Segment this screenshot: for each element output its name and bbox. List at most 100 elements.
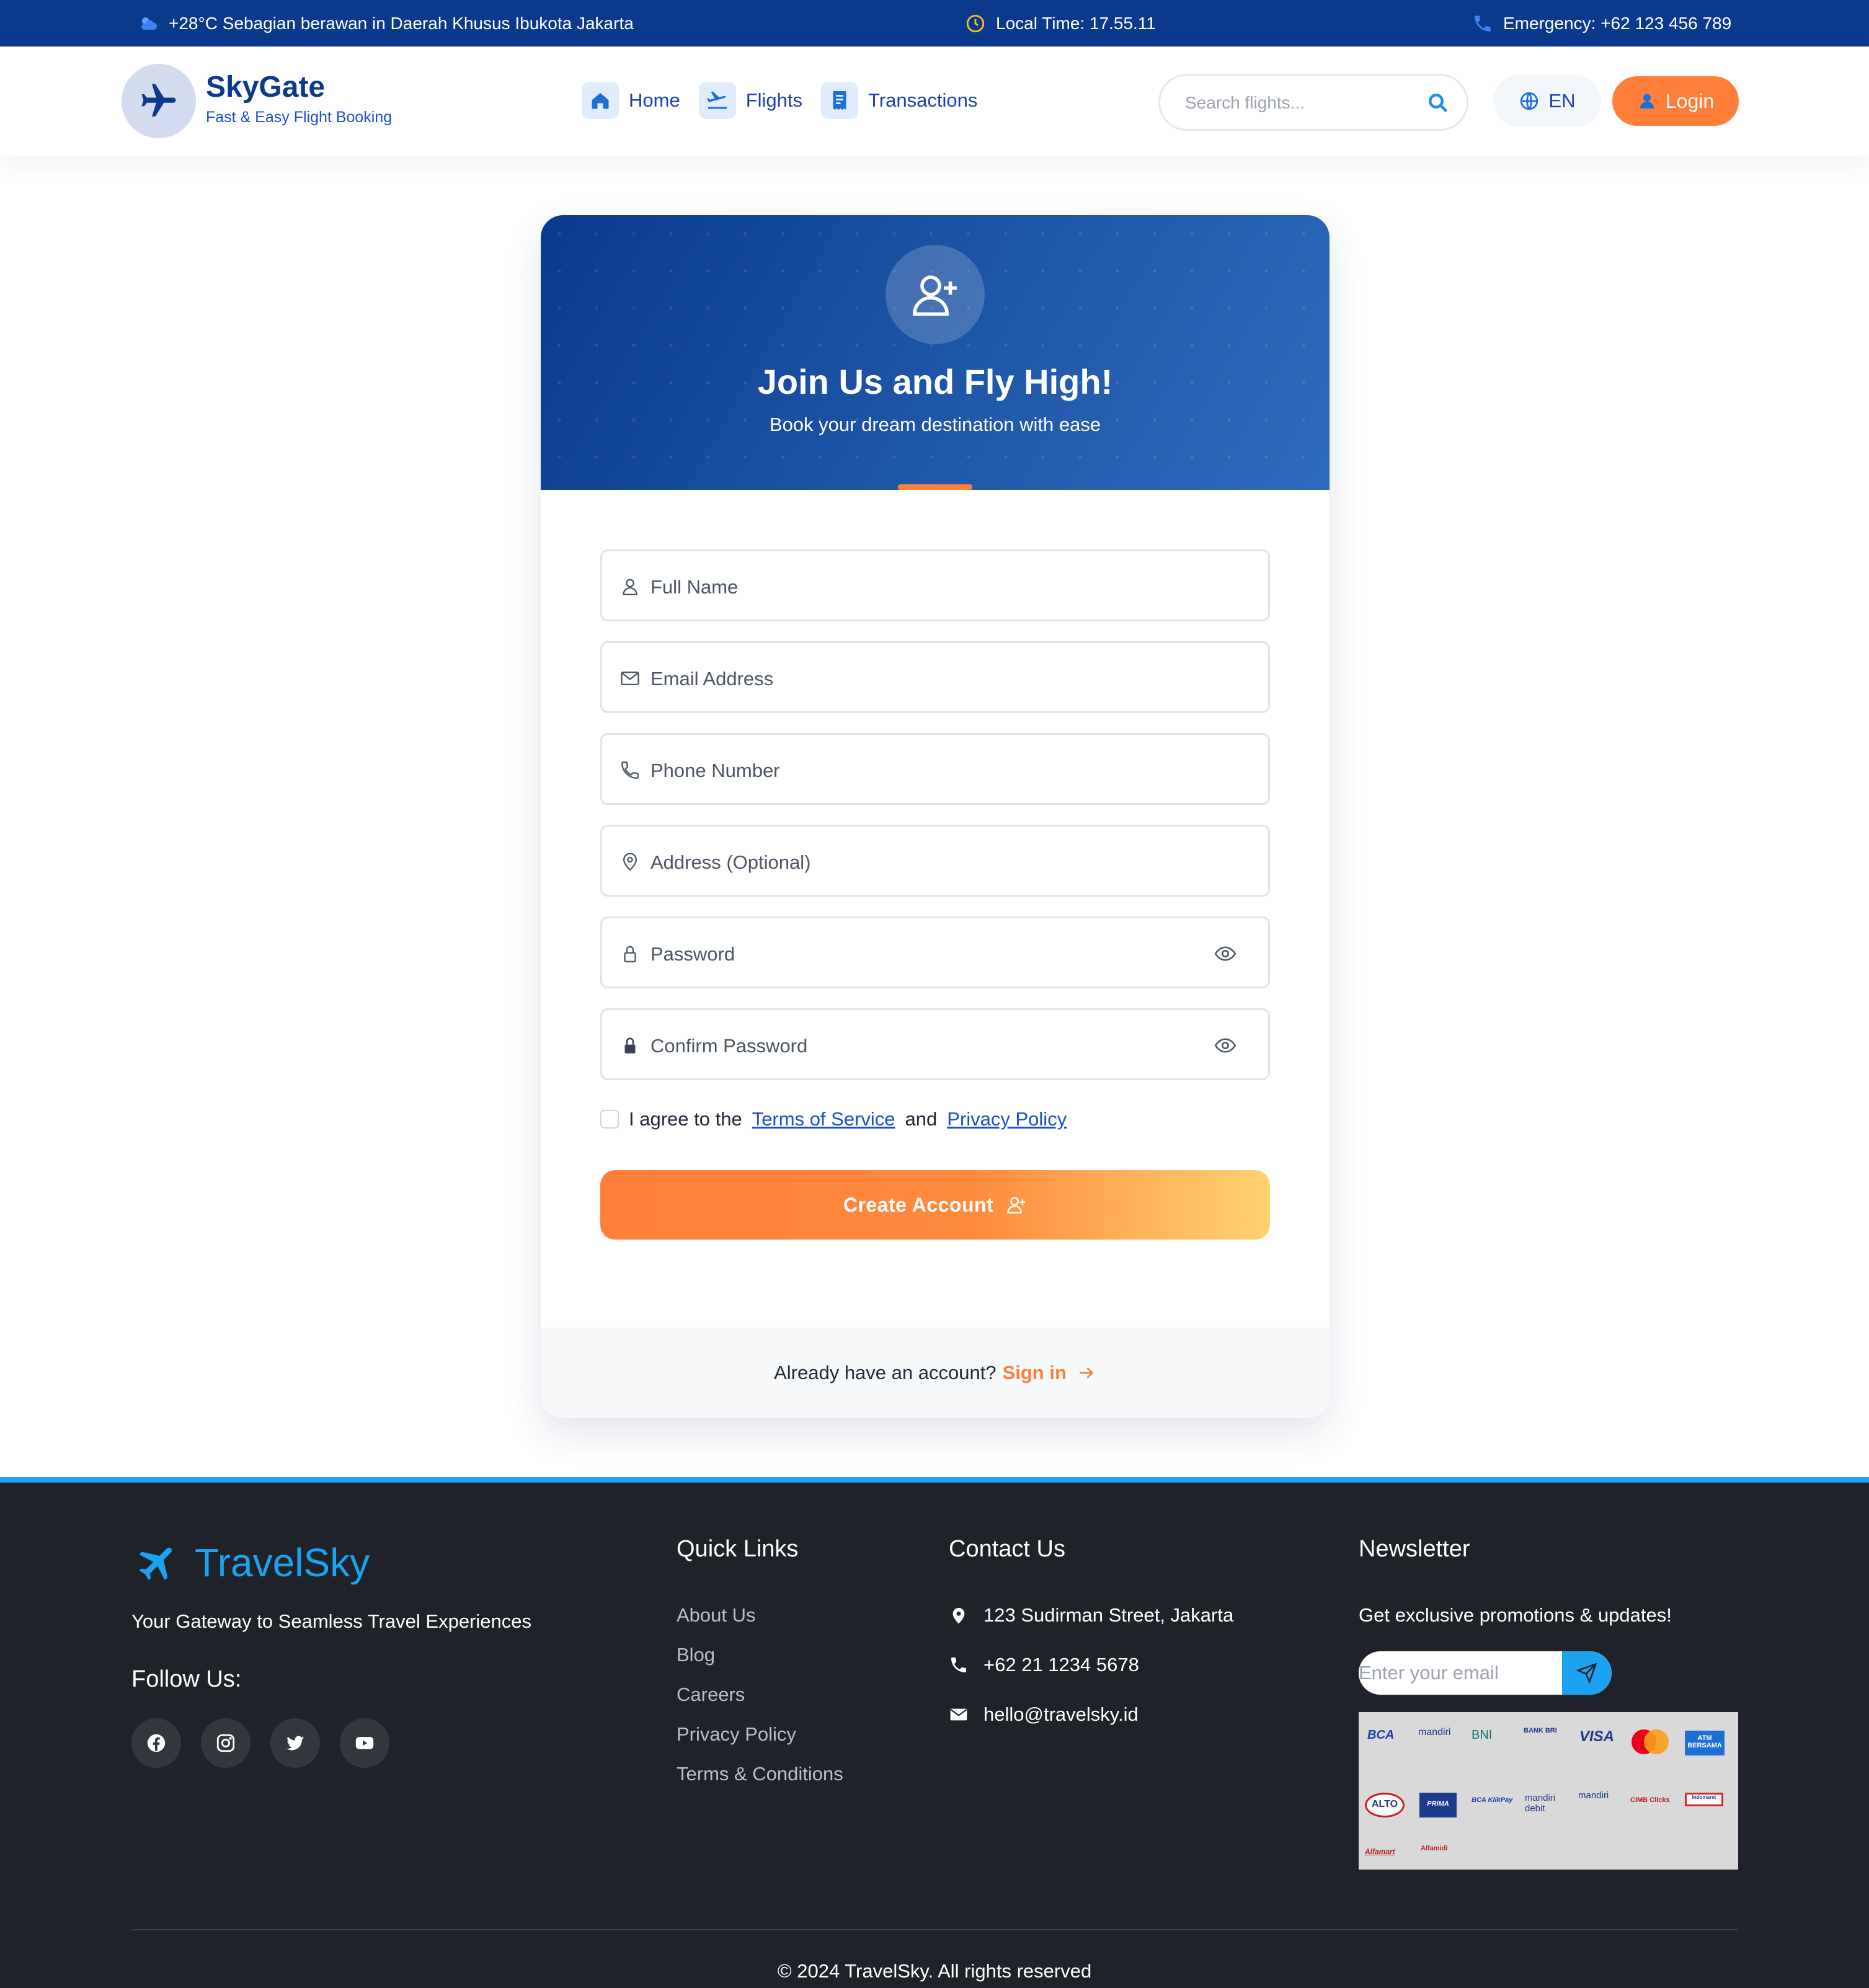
envelope-icon	[950, 1708, 967, 1721]
phone-input[interactable]	[650, 753, 1184, 788]
arrow-right-icon	[1080, 1367, 1094, 1378]
payment-logo-alto: ALTO	[1365, 1793, 1405, 1817]
youtube-button[interactable]	[340, 1718, 389, 1768]
nav-flights[interactable]: Flights	[698, 82, 803, 119]
newsletter-email-input[interactable]	[1359, 1651, 1563, 1695]
footer-link-blog[interactable]: Blog	[677, 1644, 843, 1666]
register-card: Join Us and Fly High! Book your dream de…	[541, 215, 1330, 1418]
weather-text: +28°C Sebagian berawan in Daerah Khusus …	[169, 13, 634, 33]
payment-logo-prima: PRIMA	[1419, 1793, 1457, 1817]
contact-address: 123 Sudirman Street, Jakarta	[949, 1604, 1233, 1626]
confirm-password-field	[600, 1008, 1270, 1080]
contact-phone-text[interactable]: +62 21 1234 5678	[983, 1654, 1139, 1676]
register-subtitle: Book your dream destination with ease	[769, 414, 1101, 435]
search-input[interactable]	[1185, 87, 1421, 119]
terms-of-service-link[interactable]: Terms of Service	[752, 1108, 895, 1130]
add-user-icon	[886, 245, 985, 344]
payment-logo-cimb: CIMB Clicks	[1630, 1796, 1670, 1804]
eye-icon[interactable]	[1214, 1034, 1237, 1057]
instagram-icon	[216, 1734, 235, 1752]
footer-link-about[interactable]: About Us	[677, 1604, 843, 1626]
brand-name[interactable]: SkyGate	[206, 70, 325, 104]
quick-links-title: Quick Links	[677, 1536, 799, 1562]
footer-brand-name: TravelSky	[195, 1540, 370, 1585]
instagram-button[interactable]	[201, 1718, 251, 1768]
payment-logo-alfamart: Alfamart	[1365, 1847, 1395, 1856]
footer-brand[interactable]: TravelSky	[135, 1540, 370, 1586]
payment-logo-mandiri-debit: mandiri debit	[1525, 1793, 1556, 1814]
facebook-button[interactable]	[131, 1718, 181, 1768]
payment-logo-mandiri-2: mandiri	[1578, 1790, 1609, 1801]
emergency-text: Emergency: +62 123 456 789	[1503, 13, 1732, 33]
payment-methods: BCA mandiri BNI BANK BRI VISA ATM BERSAM…	[1359, 1712, 1738, 1870]
search-button[interactable]	[1424, 89, 1452, 117]
twitter-icon	[286, 1736, 304, 1751]
phone-field	[600, 733, 1270, 805]
brand-tagline: Fast & Easy Flight Booking	[206, 109, 393, 126]
signin-link[interactable]: Sign in	[1003, 1362, 1096, 1384]
privacy-policy-link[interactable]: Privacy Policy	[947, 1108, 1067, 1130]
quick-links-list: About Us Blog Careers Privacy Policy Ter…	[677, 1604, 843, 1785]
phone-outline-icon	[621, 761, 639, 779]
newsletter-form	[1359, 1651, 1612, 1695]
local-time: Local Time: 17.55.11	[965, 0, 1156, 47]
location-pin-icon	[952, 1608, 965, 1624]
contact-email-text[interactable]: hello@travelsky.id	[983, 1703, 1139, 1726]
payment-logo-bca: BCA	[1367, 1728, 1395, 1742]
contact-phone: +62 21 1234 5678	[949, 1654, 1233, 1676]
full-name-input[interactable]	[650, 570, 1184, 605]
confirm-password-input[interactable]	[650, 1029, 1184, 1063]
nav-transactions-label: Transactions	[868, 89, 978, 111]
nav-flights-label: Flights	[745, 89, 803, 111]
nav-home[interactable]: Home	[582, 82, 680, 119]
payment-logo-mastercard	[1631, 1729, 1669, 1754]
password-field	[600, 916, 1270, 988]
weather-cloud-icon	[141, 17, 158, 30]
facebook-icon	[147, 1734, 166, 1752]
search-icon	[1429, 94, 1448, 113]
signin-prompt: Already have an account? Sign in	[541, 1328, 1330, 1418]
payment-logo-mandiri: mandiri	[1418, 1727, 1451, 1737]
create-account-button[interactable]: Create Account	[600, 1170, 1270, 1240]
add-user-icon	[1007, 1197, 1026, 1214]
already-account-text: Already have an account?	[774, 1362, 997, 1383]
register-title: Join Us and Fly High!	[757, 362, 1113, 401]
password-input[interactable]	[650, 937, 1184, 972]
eye-icon[interactable]	[1214, 942, 1237, 965]
airplane-icon	[141, 84, 176, 117]
newsletter-send-button[interactable]	[1562, 1651, 1612, 1695]
footer-link-careers[interactable]: Careers	[677, 1684, 843, 1706]
payment-logo-indomaret: Indomaret	[1685, 1793, 1723, 1806]
phone-icon	[951, 1657, 966, 1672]
map-pin-icon	[623, 853, 637, 871]
footer-link-terms[interactable]: Terms & Conditions	[677, 1763, 843, 1785]
twitter-button[interactable]	[270, 1718, 320, 1768]
payment-logo-atm-bersama: ATM BERSAMA	[1685, 1731, 1725, 1755]
payment-logo-bca-klikpay: BCA KlikPay	[1472, 1796, 1513, 1804]
newsletter-title: Newsletter	[1359, 1536, 1470, 1562]
terms-checkbox[interactable]	[600, 1110, 619, 1129]
nav-transactions[interactable]: Transactions	[821, 82, 977, 119]
login-button[interactable]: Login	[1612, 76, 1739, 126]
clock-icon	[966, 14, 985, 32]
nav-home-label: Home	[629, 89, 680, 111]
language-selector[interactable]: EN	[1493, 75, 1601, 127]
local-time-text: Local Time: 17.55.11	[996, 13, 1156, 33]
footer-link-privacy[interactable]: Privacy Policy	[677, 1723, 843, 1746]
contact-email: hello@travelsky.id	[949, 1703, 1233, 1726]
contact-address-text: 123 Sudirman Street, Jakarta	[983, 1604, 1234, 1626]
follow-us-label: Follow Us:	[131, 1666, 242, 1692]
register-hero: Join Us and Fly High! Book your dream de…	[541, 215, 1330, 490]
address-input[interactable]	[650, 845, 1184, 880]
youtube-icon	[355, 1737, 374, 1749]
lock-outline-icon	[624, 946, 636, 962]
brand-logo[interactable]	[122, 64, 196, 138]
signin-label: Sign in	[1002, 1362, 1067, 1383]
receipt-icon	[821, 82, 859, 119]
airplane-icon	[139, 1547, 172, 1581]
email-input[interactable]	[650, 662, 1184, 696]
plane-departure-icon	[698, 82, 736, 119]
hero-accent-bar	[898, 484, 972, 490]
phone-icon	[1475, 15, 1491, 32]
envelope-icon	[621, 671, 639, 686]
